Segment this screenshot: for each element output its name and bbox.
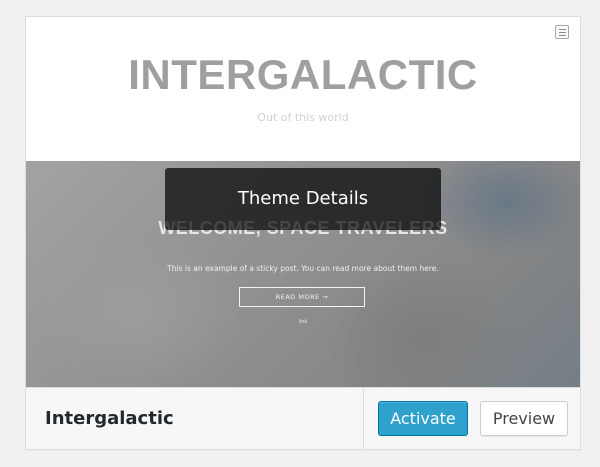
preview-button[interactable]: Preview xyxy=(480,401,568,436)
theme-footer: Intergalactic Activate Preview xyxy=(26,387,580,449)
theme-card[interactable]: INTERGALACTIC Out of this world WELCOME,… xyxy=(25,16,581,450)
theme-screenshot[interactable]: INTERGALACTIC Out of this world WELCOME,… xyxy=(26,17,580,387)
site-title: INTERGALACTIC xyxy=(128,51,478,98)
hamburger-menu-icon xyxy=(555,25,569,39)
theme-name: Intergalactic xyxy=(45,408,174,429)
site-tagline: Out of this world xyxy=(257,111,349,124)
theme-actions: Activate Preview xyxy=(363,388,580,449)
hero-meta: link xyxy=(298,319,308,325)
read-more-button: READ MORE → xyxy=(239,287,365,307)
hero-text: This is an example of a sticky post. You… xyxy=(167,264,439,273)
theme-details-button[interactable]: Theme Details xyxy=(165,168,441,230)
site-header: INTERGALACTIC Out of this world xyxy=(26,17,580,161)
activate-button[interactable]: Activate xyxy=(378,401,468,436)
